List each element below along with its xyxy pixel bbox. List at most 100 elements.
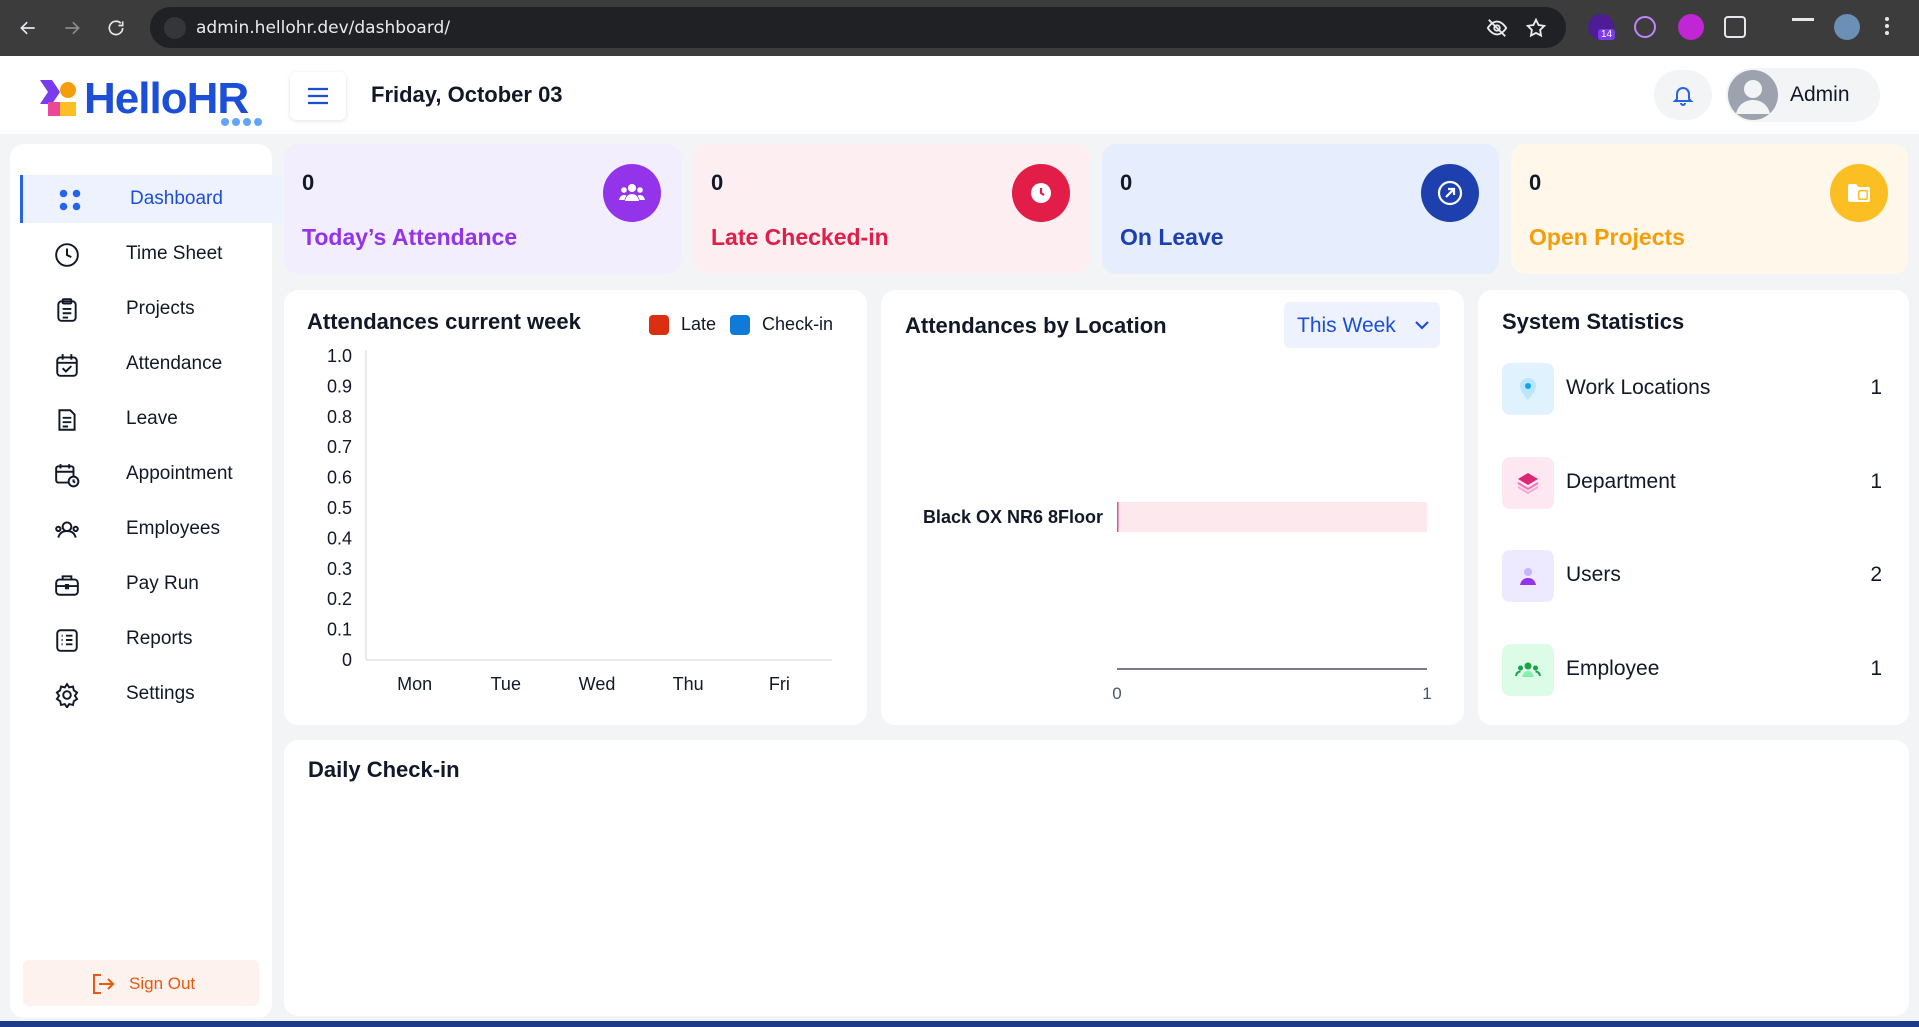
sidebar-item-label: Pay Run: [126, 573, 199, 594]
user-icon: [1520, 568, 1536, 585]
x-tick-label: Fri: [769, 674, 790, 694]
sidebar-item-label: Leave: [126, 408, 178, 429]
brand-name: HelloHR: [84, 74, 249, 123]
arrow-up-right-icon: [1437, 180, 1463, 206]
logout-icon: [93, 974, 115, 994]
daily-check-in-panel: Daily Check-in: [284, 740, 1909, 1016]
calendar-clock-icon: [55, 464, 80, 488]
chevron-down-icon: [1415, 321, 1429, 330]
extension-icon[interactable]: [1678, 14, 1704, 40]
document-icon: [58, 409, 76, 431]
sidebar-item-attendance[interactable]: Attendance: [20, 340, 282, 388]
sidebar-item-label: Time Sheet: [126, 243, 223, 264]
sidebar-item-leave[interactable]: Leave: [20, 395, 282, 443]
x-tick-label: Wed: [579, 674, 616, 694]
clock-icon: [55, 243, 79, 267]
card-badge: [1421, 164, 1479, 222]
location-chart: 0 1 Black OX NR6 8Floor: [923, 502, 1432, 703]
period-select[interactable]: This Week: [1284, 302, 1440, 348]
card-value: 0: [1120, 170, 1133, 195]
card-open-projects[interactable]: 0 Open Projects: [1511, 144, 1908, 274]
gear-icon: [55, 682, 79, 708]
logo-dots: [221, 118, 262, 126]
stat-label: Employee: [1566, 657, 1660, 680]
sidebar-item-label: Attendance: [126, 353, 223, 374]
stat-icon-box: [1502, 644, 1554, 696]
stat-value: 1: [1870, 376, 1882, 399]
stat-row-users[interactable]: Users 2: [1502, 550, 1882, 602]
user-menu[interactable]: Admin: [1726, 68, 1880, 122]
stat-label: Department: [1566, 470, 1676, 493]
reload-icon[interactable]: [102, 14, 130, 42]
card-on-leave[interactable]: 0 On Leave: [1102, 144, 1499, 274]
x-tick-label: 0: [1112, 684, 1121, 703]
y-tick-label: 0.5: [327, 498, 352, 518]
sidebar-item-reports[interactable]: Reports: [20, 615, 282, 663]
sidebar-item-label: Appointment: [126, 463, 233, 484]
sidebar-item-label: Projects: [126, 298, 195, 319]
clipboard-icon: [57, 298, 77, 322]
stat-row-work-locations[interactable]: Work Locations 1: [1502, 363, 1882, 415]
sidebar-item-pay-run[interactable]: Pay Run: [20, 560, 282, 608]
card-title: On Leave: [1120, 224, 1224, 250]
extension-icon[interactable]: [1634, 16, 1656, 38]
menu-toggle-button[interactable]: [290, 72, 346, 120]
x-tick-label: 1: [1422, 684, 1431, 703]
stat-icon-box: [1502, 457, 1554, 509]
y-tick-label: 0.8: [327, 407, 352, 427]
stat-row-employee[interactable]: Employee 1: [1502, 644, 1882, 696]
address-bar[interactable]: admin.hellohr.dev/dashboard/: [150, 7, 1566, 48]
app-header: HelloHR Friday, October 03 Admin: [0, 56, 1919, 134]
url-text: admin.hellohr.dev/dashboard/: [196, 18, 451, 38]
card-title: Open Projects: [1529, 224, 1685, 250]
stat-icon-box: [1502, 363, 1554, 415]
card-todays-attendance[interactable]: 0 Today’s Attendance: [284, 144, 681, 274]
stat-label: Users: [1566, 563, 1621, 586]
puzzle-icon[interactable]: [1724, 16, 1746, 38]
eye-off-icon[interactable]: [1486, 17, 1508, 39]
site-settings-icon[interactable]: [164, 17, 186, 39]
bell-icon: [1672, 87, 1694, 106]
current-date: Friday, October 03: [371, 82, 563, 107]
folder-icon: [1848, 184, 1870, 202]
sidebar-item-time-sheet[interactable]: Time Sheet: [20, 230, 282, 278]
list-icon: [56, 629, 78, 652]
back-icon[interactable]: [14, 14, 42, 42]
sidebar-item-employees[interactable]: Employees: [20, 505, 282, 553]
card-badge: [1012, 164, 1070, 222]
y-tick-label: 0.2: [327, 589, 352, 609]
sidebar-item-appointment[interactable]: Appointment: [20, 450, 282, 498]
sidebar-item-dashboard[interactable]: Dashboard: [20, 175, 282, 223]
y-category-label: Black OX NR6 8Floor: [923, 507, 1103, 527]
sidebar-item-projects[interactable]: Projects: [20, 285, 282, 333]
card-value: 0: [711, 170, 724, 195]
hamburger-icon: [308, 87, 328, 105]
more-menu-icon[interactable]: [1884, 14, 1890, 40]
daily-check-in-title: Daily Check-in: [308, 757, 460, 782]
media-icon[interactable]: [1792, 18, 1814, 36]
sign-out-button[interactable]: Sign Out: [23, 960, 259, 1006]
layers-icon: [1517, 473, 1539, 495]
notifications-button[interactable]: [1654, 70, 1712, 120]
user-avatar-icon: [1736, 80, 1770, 114]
sidebar-item-label: Dashboard: [130, 188, 223, 209]
x-tick-label: Mon: [397, 674, 432, 694]
users-icon: [619, 184, 645, 201]
bar-track: [1117, 502, 1427, 532]
briefcase-icon: [55, 575, 79, 596]
x-tick-label: Tue: [491, 674, 521, 694]
brand-logo[interactable]: HelloHR: [38, 74, 270, 126]
card-late-checked-in[interactable]: 0 Late Checked-in: [693, 144, 1090, 274]
stat-row-department[interactable]: Department 1: [1502, 457, 1882, 509]
sidebar-item-settings[interactable]: Settings: [20, 670, 282, 718]
attendance-week-chart: 0 0.1 0.2 0.3 0.4 0.5 0.6 0.7 0.8 0.9 1.0 Mon Tue Wed…: [327, 346, 832, 694]
forward-icon[interactable]: [58, 14, 86, 42]
browser-toolbar: admin.hellohr.dev/dashboard/ 14: [0, 0, 1919, 56]
profile-avatar[interactable]: [1834, 14, 1860, 40]
grid-icon: [59, 189, 81, 211]
y-tick-label: 1.0: [327, 346, 352, 366]
extension-badge: 14: [1598, 29, 1616, 40]
bookmark-star-icon[interactable]: [1525, 17, 1547, 39]
bar-value: [1117, 502, 1119, 532]
calendar-check-icon: [56, 354, 78, 377]
